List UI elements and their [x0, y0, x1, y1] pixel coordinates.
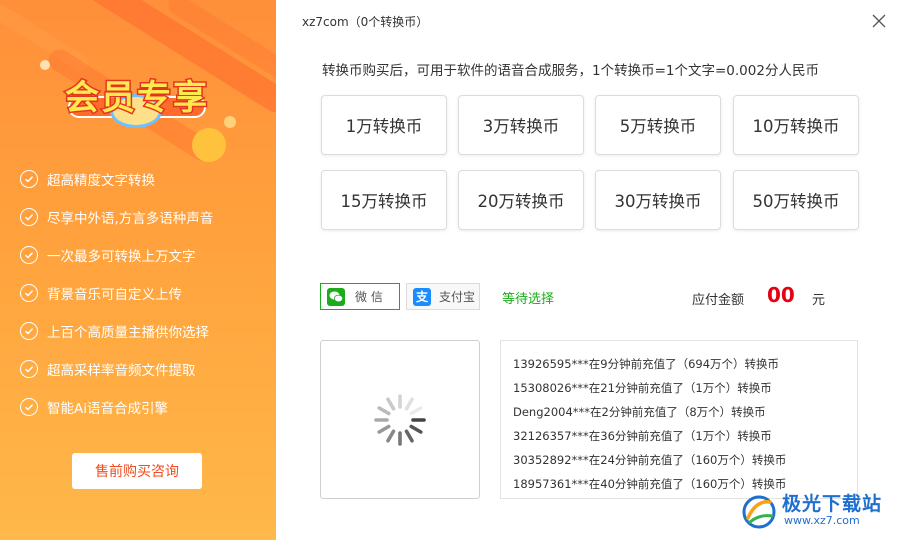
check-circle-icon: [20, 246, 38, 264]
alipay-icon: 支: [413, 287, 431, 306]
feature-label: 背景音乐可自定义上传: [47, 287, 182, 303]
close-icon[interactable]: [870, 12, 888, 30]
loading-spinner-icon: [374, 394, 426, 446]
feature-list: 超高精度文字转换 尽享中外语,方言多语种声音 一次最多可转换上万文字 背景音乐可…: [20, 160, 213, 426]
check-circle-icon: [20, 284, 38, 302]
alipay-label: 支付宝: [439, 290, 476, 304]
badge-title: 会员专享: [64, 77, 209, 120]
check-circle-icon: [20, 170, 38, 188]
amount-unit: 元: [812, 293, 826, 308]
watermark-name: 极光下载站: [782, 493, 883, 515]
feature-item: 超高精度文字转换: [20, 160, 213, 198]
feature-item: 背景音乐可自定义上传: [20, 274, 213, 312]
package-option-3w[interactable]: 3万转换币: [458, 95, 584, 155]
alipay-button[interactable]: 支 支付宝: [406, 283, 480, 310]
package-option-5w[interactable]: 5万转换币: [595, 95, 721, 155]
watermark-url: www.xz7.com: [784, 514, 860, 527]
promo-panel: 会员专享 超高精度文字转换 尽享中外语,方言多语种声音 一次最多可转换上万文字 …: [0, 0, 276, 540]
check-circle-icon: [20, 322, 38, 340]
package-option-1w[interactable]: 1万转换币: [321, 95, 447, 155]
window-title: xz7com（0个转换币）: [302, 15, 429, 29]
feature-label: 超高采样率音频文件提取: [47, 363, 196, 379]
vip-badge: 会员专享: [58, 66, 216, 128]
check-circle-icon: [20, 398, 38, 416]
feature-label: 尽享中外语,方言多语种声音: [47, 211, 214, 227]
feature-label: 超高精度文字转换: [47, 173, 155, 189]
aurora-logo-icon: [742, 495, 776, 529]
qr-code-area: [320, 340, 480, 499]
package-option-15w[interactable]: 15万转换币: [321, 170, 447, 230]
feature-item: 上百个高质量主播供你选择: [20, 312, 213, 350]
feature-label: 智能Ai语音合成引擎: [47, 401, 168, 417]
record-item: 32126357***在36分钟前充值了（1万个）转换币: [513, 429, 772, 443]
feature-item: 智能Ai语音合成引擎: [20, 388, 213, 426]
wechat-icon: [327, 287, 345, 306]
feature-item: 一次最多可转换上万文字: [20, 236, 213, 274]
record-item: 30352892***在24分钟前充值了（160万个）转换币: [513, 453, 787, 467]
payment-row: 微 信 支 支付宝 等待选择 应付金额 00 元: [320, 283, 860, 311]
wechat-pay-button[interactable]: 微 信: [320, 283, 400, 310]
decor-dot: [40, 60, 50, 70]
coin-description: 转换币购买后，可用于软件的语音合成服务，1个转换币=1个文字=0.002分人民币: [322, 63, 819, 79]
amount-label: 应付金额: [692, 293, 745, 308]
recharge-records[interactable]: 13926595***在9分钟前充值了（694万个）转换币 15308026**…: [500, 340, 858, 499]
package-option-20w[interactable]: 20万转换币: [458, 170, 584, 230]
record-item: Deng2004***在2分钟前充值了（8万个）转换币: [513, 405, 766, 419]
feature-label: 一次最多可转换上万文字: [47, 249, 196, 265]
package-option-10w[interactable]: 10万转换币: [733, 95, 859, 155]
feature-label: 上百个高质量主播供你选择: [47, 325, 209, 341]
check-circle-icon: [20, 208, 38, 226]
feature-item: 超高采样率音频文件提取: [20, 350, 213, 388]
payment-status: 等待选择: [502, 292, 555, 307]
decor-dot: [192, 128, 226, 162]
record-item: 13926595***在9分钟前充值了（694万个）转换币: [513, 357, 780, 371]
amount-value: 00: [767, 283, 795, 307]
decor-dot: [224, 116, 236, 128]
check-circle-icon: [20, 360, 38, 378]
feature-item: 尽享中外语,方言多语种声音: [20, 198, 213, 236]
package-option-50w[interactable]: 50万转换币: [733, 170, 859, 230]
package-option-30w[interactable]: 30万转换币: [595, 170, 721, 230]
presale-consult-button[interactable]: 售前购买咨询: [72, 453, 202, 489]
record-item: 15308026***在21分钟前充值了（1万个）转换币: [513, 381, 772, 395]
wechat-label: 微 信: [355, 290, 383, 304]
site-watermark: 极光下载站 www.xz7.com: [740, 488, 896, 532]
